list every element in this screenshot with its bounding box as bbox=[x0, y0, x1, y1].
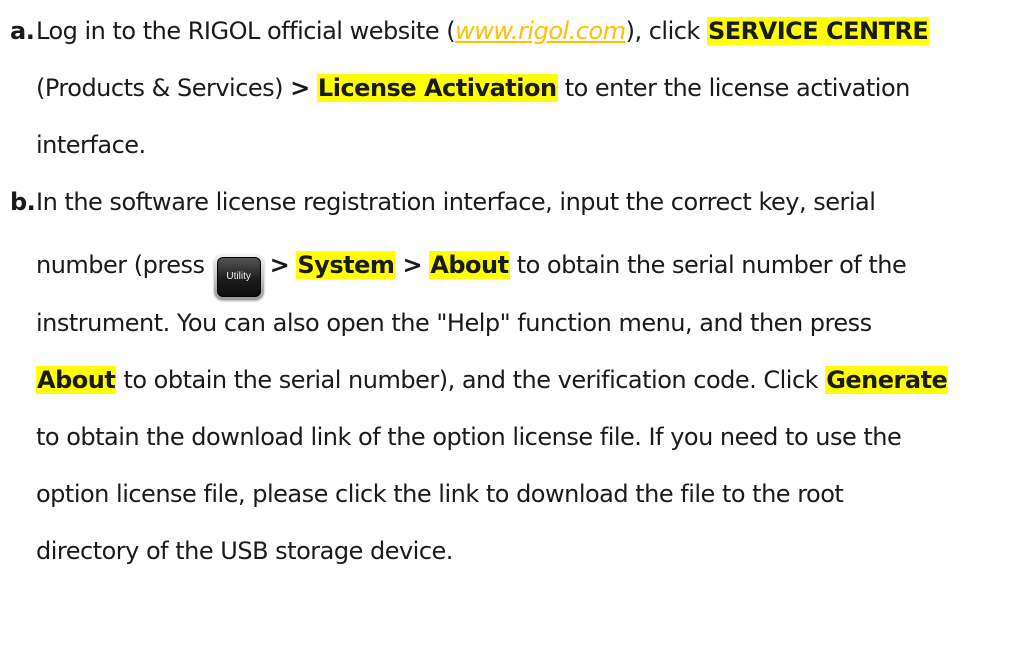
step-a-line-2: (Products & Services) > License Activati… bbox=[0, 73, 910, 103]
step-a-line-1: a.Log in to the RIGOL official website (… bbox=[0, 16, 930, 46]
step-b-text: to obtain the serial number of the bbox=[509, 251, 907, 279]
step-b-text: option license file, please click the li… bbox=[36, 480, 844, 508]
license-activation-label: License Activation bbox=[316, 74, 558, 102]
step-b-line-6: option license file, please click the li… bbox=[0, 479, 844, 509]
step-a-marker: a. bbox=[10, 17, 35, 45]
step-b-text: to obtain the serial number), and the ve… bbox=[116, 366, 826, 394]
step-a-text: to enter the license activation bbox=[557, 74, 911, 102]
step-b-line-7: directory of the USB storage device. bbox=[0, 536, 453, 566]
step-a-text: interface. bbox=[36, 131, 146, 159]
about-label: About bbox=[429, 251, 510, 279]
step-b-text: directory of the USB storage device. bbox=[36, 537, 453, 565]
about-label: About bbox=[36, 366, 117, 394]
step-a-text: ), click bbox=[625, 17, 707, 45]
step-b-line-3: instrument. You can also open the "Help"… bbox=[0, 308, 872, 338]
utility-key-label: Utility bbox=[216, 257, 261, 297]
step-b-text: instrument. You can also open the "Help"… bbox=[36, 309, 872, 337]
step-b-text: number (press bbox=[36, 251, 212, 279]
menu-separator: > bbox=[290, 74, 310, 102]
generate-label: Generate bbox=[825, 366, 949, 394]
step-a-line-3: interface. bbox=[0, 130, 146, 160]
system-label: System bbox=[296, 251, 396, 279]
step-b-line-2: number (press Utility > System > About to… bbox=[0, 250, 907, 300]
step-b-line-4: About to obtain the serial number), and … bbox=[0, 365, 949, 395]
step-b-line-1: b.In the software license registration i… bbox=[0, 187, 876, 217]
step-b-marker: b. bbox=[10, 188, 36, 216]
menu-separator: > bbox=[269, 251, 290, 279]
menu-separator: > bbox=[402, 251, 423, 279]
step-a-text: (Products & Services) bbox=[36, 74, 291, 102]
step-b-text: to obtain the download link of the optio… bbox=[36, 423, 902, 451]
rigol-website-link[interactable]: www.rigol.com bbox=[455, 17, 626, 45]
utility-key-icon: Utility bbox=[213, 254, 264, 300]
service-centre-label: SERVICE CENTRE bbox=[706, 17, 930, 45]
step-a-text: Log in to the RIGOL official website ( bbox=[36, 17, 456, 45]
step-b-text: In the software license registration int… bbox=[36, 188, 876, 216]
step-b-line-5: to obtain the download link of the optio… bbox=[0, 422, 902, 452]
